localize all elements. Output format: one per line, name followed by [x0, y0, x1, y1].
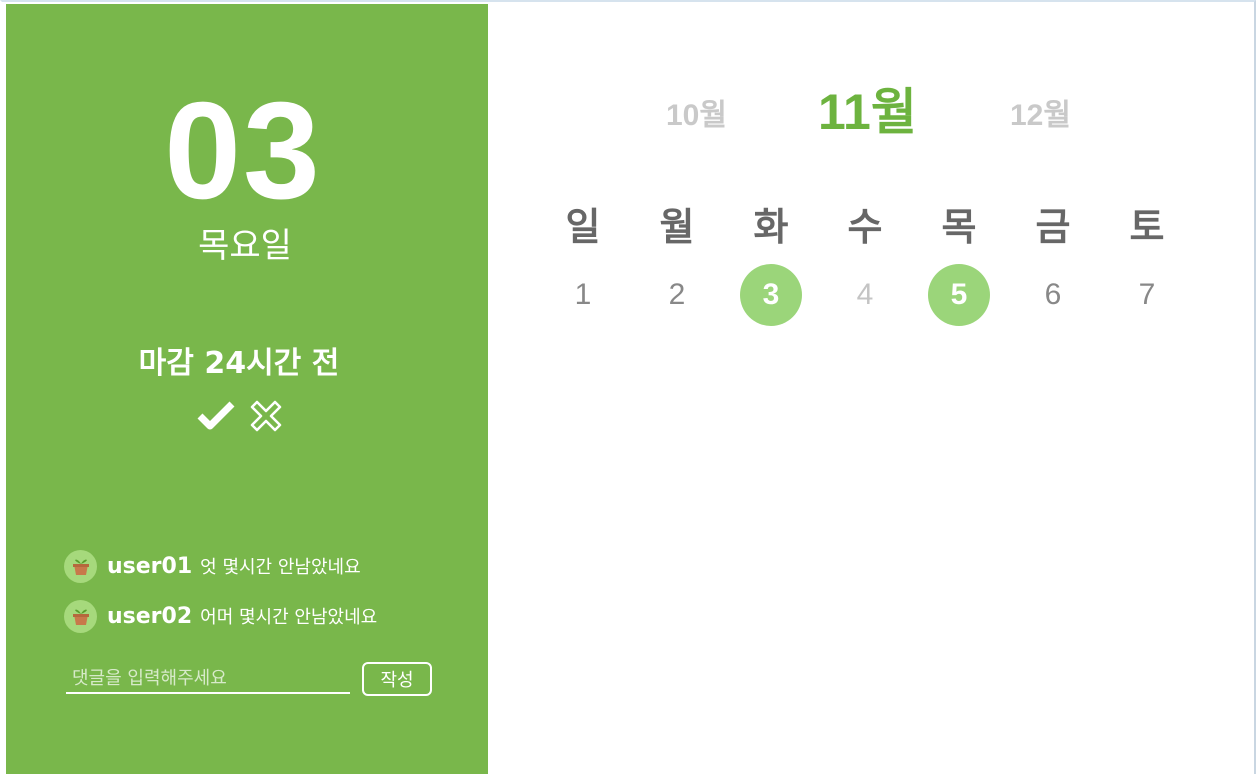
day-4[interactable]: 4 — [834, 264, 896, 326]
comment-text: 엇 몇시간 안남았네요 — [200, 557, 361, 578]
plant-pot-icon — [72, 559, 89, 575]
next-month[interactable]: 12월 — [1010, 90, 1071, 134]
day-3[interactable]: 3 — [740, 264, 802, 326]
submit-comment-button[interactable]: 작성 — [362, 662, 432, 696]
month-navigation: 10월 11월 12월 — [488, 72, 1256, 140]
comment-input[interactable] — [66, 664, 350, 694]
comment-text: 어머 몇시간 안남았네요 — [200, 607, 378, 628]
comment-item: user01 엇 몇시간 안남았네요 — [64, 548, 377, 584]
check-icon — [197, 401, 235, 430]
selected-date-number: 03 — [164, 74, 322, 228]
x-icon — [250, 400, 282, 432]
weekday-header: 일 월 화 수 목 금 토 — [536, 202, 1194, 252]
weekday-thu: 목 — [941, 205, 977, 249]
day-cell: 5 — [912, 264, 1006, 326]
prev-month[interactable]: 10월 — [666, 90, 727, 134]
day-cell: 7 — [1100, 264, 1194, 326]
avatar — [64, 599, 97, 633]
current-month: 11월 — [818, 84, 917, 140]
comment-author[interactable]: user01 — [107, 554, 192, 579]
day-cell: 4 — [818, 264, 912, 326]
deadline-actions — [196, 398, 286, 434]
day-cell: 3 — [724, 264, 818, 326]
comment-author[interactable]: user02 — [107, 604, 192, 629]
day-cell: 6 — [1006, 264, 1100, 326]
weekday-tue: 화 — [753, 205, 789, 249]
avatar — [64, 549, 97, 583]
day-5[interactable]: 5 — [928, 264, 990, 326]
comment-list: user01 엇 몇시간 안남았네요 user02 어머 몇시간 안남았네요 — [64, 548, 377, 648]
weekday-mon: 월 — [659, 205, 695, 249]
weekday-wed: 수 — [847, 205, 883, 249]
day-cell: 1 — [536, 264, 630, 326]
day-detail-panel: 03 목요일 마감 24시간 전 user01 엇 몇시간 안남았네요 user… — [6, 4, 488, 774]
week-days-row: 1 2 3 4 5 6 7 — [536, 264, 1194, 326]
comment-item: user02 어머 몇시간 안남았네요 — [64, 598, 377, 634]
day-1[interactable]: 1 — [552, 264, 614, 326]
plant-pot-icon — [72, 609, 89, 625]
cancel-button[interactable] — [246, 398, 286, 434]
app-window: 03 목요일 마감 24시간 전 user01 엇 몇시간 안남았네요 user… — [0, 0, 1256, 774]
confirm-button[interactable] — [196, 398, 236, 434]
day-7[interactable]: 7 — [1116, 264, 1178, 326]
weekday-sun: 일 — [565, 205, 601, 249]
day-cell: 2 — [630, 264, 724, 326]
comment-form: 작성 — [66, 662, 432, 696]
deadline-label: 마감 24시간 전 — [138, 346, 340, 381]
weekday-fri: 금 — [1035, 205, 1071, 249]
day-2[interactable]: 2 — [646, 264, 708, 326]
day-6[interactable]: 6 — [1022, 264, 1084, 326]
selected-weekday: 목요일 — [198, 226, 292, 266]
weekday-sat: 토 — [1129, 205, 1165, 249]
